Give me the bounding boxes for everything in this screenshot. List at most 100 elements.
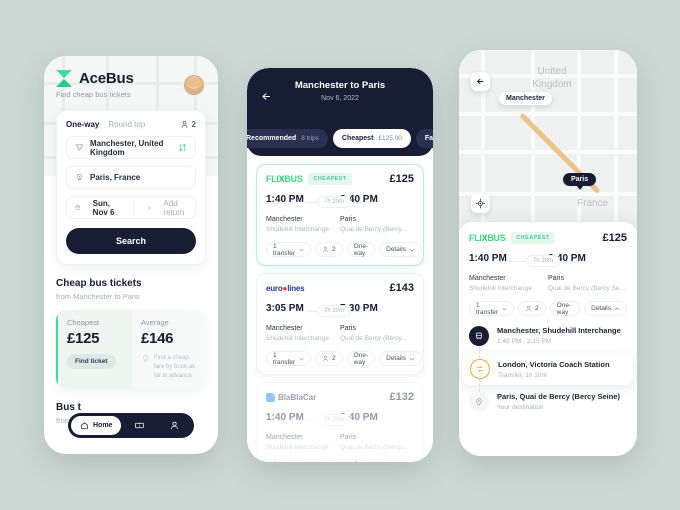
details-toggle[interactable]: Details (379, 351, 422, 366)
details-toggle[interactable]: Details (379, 460, 422, 462)
transfer-icon (470, 359, 490, 379)
date-return-field: Sun, Nov 6 Add return (66, 196, 196, 219)
details-label: Details (386, 355, 406, 362)
chip-recommended[interactable]: Recommended 8 trips (247, 129, 328, 148)
chevron-down-icon (299, 248, 304, 251)
trip-type-tabs: One-way Round trip (66, 120, 145, 129)
tab-tickets[interactable] (123, 420, 156, 431)
fare-cheapest-label: Cheapest (67, 318, 100, 327)
canvas: AceBus Find cheap bus tickets One-way Ro… (0, 0, 680, 510)
map-origin-pill[interactable]: Manchester (499, 92, 552, 105)
person-icon (323, 246, 328, 252)
bus-icon (469, 326, 489, 346)
trip-price: £132 (389, 391, 414, 403)
locate-button[interactable] (471, 194, 490, 213)
person-icon (181, 120, 187, 129)
trip-list[interactable]: FLIXBUS CHEAPEST £125 1:40 PM 8:40 PM 7h… (247, 156, 433, 462)
tab-profile[interactable] (158, 420, 191, 431)
brand-tagline: Find cheap bus tickets (56, 90, 131, 99)
find-ticket-button[interactable]: Find ticket (67, 354, 116, 369)
transfer-selector[interactable]: 1 transfer (469, 301, 515, 316)
search-button[interactable]: Search (66, 228, 196, 254)
arrow-left-icon (262, 93, 270, 100)
itinerary-transfer-highlight[interactable]: London, Victoria Coach Station Transfer,… (462, 353, 633, 385)
calendar-icon (75, 205, 81, 210)
transfer-label: 1 transfer (476, 301, 499, 316)
lightbulb-icon (143, 355, 148, 362)
chip-recommended-label: Recommended (247, 135, 297, 142)
pax-selector[interactable]: 2 (315, 460, 343, 462)
itinerary-stop[interactable]: London, Victoria Coach Station Transfer,… (462, 353, 633, 392)
map-region-uk: United Kingdom (532, 66, 572, 90)
trip-controls: 1 transfer 2 One-way Details (266, 242, 422, 257)
date-value[interactable]: Sun, Nov 6 (93, 199, 119, 217)
trip-duration-row: 7h 20m (266, 305, 414, 317)
trip-type-label: One-way (354, 461, 368, 463)
chip-fastest-label: Fastest (424, 135, 433, 142)
destination-field[interactable]: Paris, France (66, 166, 196, 189)
trip-duration-row: 7h 20m (266, 414, 414, 426)
bus-glyph-icon (476, 332, 482, 340)
origin-field[interactable]: Manchester, United Kingdom (66, 136, 196, 159)
chip-fastest[interactable]: Fastest 7h 20m (415, 129, 433, 148)
trip-type[interactable]: One-way (549, 301, 581, 316)
flixbus-logo: FLIXBUS (469, 233, 506, 243)
details-toggle[interactable]: Details (584, 301, 627, 316)
trip-card[interactable]: euro●lines £143 3:05 PM 7:30 PM 7h 20m M… (256, 273, 424, 375)
trip-type[interactable]: One-way (346, 460, 376, 463)
back-button[interactable] (471, 72, 490, 91)
pax-selector[interactable]: 2 (518, 301, 546, 316)
details-label: Details (591, 305, 611, 312)
depart-station: Shudehill Interchange (266, 335, 329, 342)
trip-stations: Manchester Shudehill Interchange Paris Q… (266, 430, 414, 451)
tab-round-trip[interactable]: Round trip (108, 120, 145, 129)
trip-controls: 1 transfer 2 One-way Details (266, 351, 422, 366)
origin-value: Manchester, United Kingdom (90, 138, 164, 157)
arrive-station: Quai de Bercy (Bercy... (340, 444, 407, 451)
depart-city: Manchester (266, 216, 303, 223)
avatar[interactable] (182, 72, 206, 97)
chevron-down-icon (299, 357, 304, 360)
itinerary-stop[interactable]: Paris, Quai de Bercy (Bercy Seine) Your … (469, 392, 627, 412)
passenger-selector[interactable]: 2 (180, 120, 196, 129)
map-destination-pin[interactable]: Paris (563, 173, 597, 186)
trip-type[interactable]: One-way (346, 242, 376, 257)
pax-selector[interactable]: 2 (315, 351, 343, 366)
back-button[interactable] (260, 90, 273, 103)
trip-operator-row: euro●lines £143 (266, 282, 414, 294)
arrive-city: Paris (340, 434, 356, 441)
results-header: Manchester to Paris Nov 6, 2022 Recommen… (247, 68, 433, 156)
transfer-selector[interactable]: 1 transfer (266, 351, 312, 366)
trip-badge: CHEAPEST (308, 173, 352, 185)
trip-card[interactable]: BlaBlaCar £132 1:40 PM 8:40 PM 7h 20m Ma… (256, 382, 424, 462)
profile-icon (171, 421, 178, 430)
add-return-button[interactable]: Add return (163, 199, 187, 217)
arrive-station: Quai de Bercy (Bercy... (340, 226, 407, 233)
depart-city: Manchester (266, 325, 303, 332)
results-date: Nov 6, 2022 (321, 95, 359, 102)
trip-stations: Manchester Shudehill Interchange Paris Q… (266, 212, 414, 233)
details-toggle[interactable]: Details (379, 242, 422, 257)
pax-selector[interactable]: 2 (315, 242, 343, 257)
destination-pin-glyph-icon (476, 398, 482, 406)
person-icon (526, 305, 531, 311)
detail-map[interactable]: United Kingdom France Manchester Paris (459, 50, 637, 230)
transfer-glyph-icon (476, 365, 484, 373)
trip-duration: 7h 20m (317, 305, 352, 317)
swap-vertical-icon[interactable] (178, 143, 187, 152)
depart-city: Manchester (469, 275, 506, 282)
trip-card[interactable]: FLIXBUS CHEAPEST £125 1:40 PM 8:40 PM 7h… (256, 164, 424, 266)
arrive-city: Paris (548, 275, 564, 282)
trip-type[interactable]: One-way (346, 351, 376, 366)
tab-one-way[interactable]: One-way (66, 120, 99, 129)
behind-title: Bus t (56, 402, 81, 413)
phone-screen-detail: United Kingdom France Manchester Paris F… (459, 50, 637, 456)
chip-cheapest[interactable]: Cheapest £125.00 (332, 129, 411, 148)
pax-count: 2 (332, 246, 336, 253)
transfer-selector[interactable]: 1 transfer (266, 242, 312, 257)
passenger-count: 2 (191, 120, 196, 129)
trip-type-label: One-way (556, 301, 572, 316)
transfer-selector[interactable]: 1 transfer (266, 460, 312, 462)
brand-block: AceBus Find cheap bus tickets (56, 70, 134, 99)
tab-home[interactable]: Home (71, 416, 122, 435)
